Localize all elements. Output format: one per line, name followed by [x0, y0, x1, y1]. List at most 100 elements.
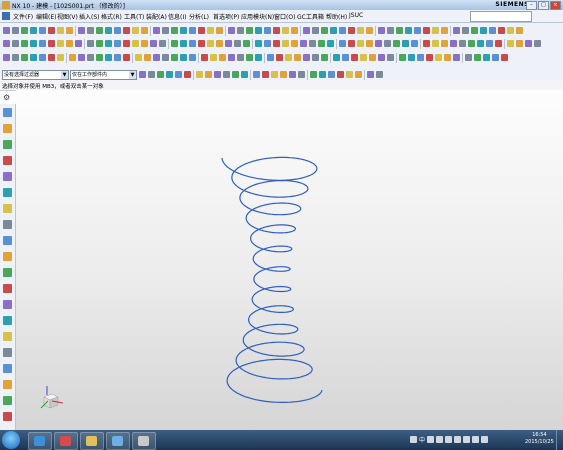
- toolbar-button[interactable]: [337, 71, 344, 78]
- toolbar-button[interactable]: [159, 40, 166, 47]
- nx-app-icon[interactable]: [2, 1, 10, 9]
- menu-analysis[interactable]: 分析(L): [189, 12, 209, 21]
- resource-bar-tab[interactable]: [3, 236, 12, 245]
- menu-help[interactable]: 帮助(H): [326, 12, 347, 21]
- resource-bar-tab[interactable]: [3, 124, 12, 133]
- toolbar-button[interactable]: [298, 71, 305, 78]
- toolbar-button[interactable]: [303, 54, 310, 61]
- toolbar-button[interactable]: [48, 40, 55, 47]
- tray-icon[interactable]: [436, 436, 444, 443]
- start-orb[interactable]: [2, 431, 20, 449]
- toolbar-button[interactable]: [534, 40, 541, 47]
- toolbar-button[interactable]: [441, 27, 448, 34]
- toolbar-button[interactable]: [171, 27, 178, 34]
- toolbar-button[interactable]: [367, 71, 374, 78]
- toolbar-button[interactable]: [384, 40, 391, 47]
- toolbar-button[interactable]: [282, 27, 289, 34]
- toolbar-button[interactable]: [123, 54, 130, 61]
- toolbar-button[interactable]: [39, 40, 46, 47]
- toolbar-button[interactable]: [237, 54, 244, 61]
- toolbar-button[interactable]: [114, 27, 121, 34]
- toolbar-button[interactable]: [255, 54, 262, 61]
- toolbar-button[interactable]: [423, 27, 430, 34]
- toolbar-button[interactable]: [253, 71, 260, 78]
- toolbar-button[interactable]: [12, 54, 19, 61]
- toolbar-button[interactable]: [180, 27, 187, 34]
- toolbar-button[interactable]: [141, 27, 148, 34]
- toolbar-button[interactable]: [105, 54, 112, 61]
- toolbar-button[interactable]: [243, 40, 250, 47]
- toolbar-button[interactable]: [96, 54, 103, 61]
- toolbar-button[interactable]: [477, 40, 484, 47]
- toolbar-button[interactable]: [148, 71, 155, 78]
- toolbar-button[interactable]: [228, 54, 235, 61]
- toolbar-button[interactable]: [474, 54, 481, 61]
- menu-format[interactable]: 格式(R): [101, 12, 122, 21]
- toolbar-button[interactable]: [87, 27, 94, 34]
- toolbar-button[interactable]: [366, 40, 373, 47]
- toolbar-button[interactable]: [501, 54, 508, 61]
- toolbar-button[interactable]: [198, 40, 205, 47]
- tray-icon[interactable]: [445, 436, 453, 443]
- toolbar-button[interactable]: [114, 54, 121, 61]
- toolbar-button[interactable]: [255, 40, 262, 47]
- menu-insert[interactable]: 插入(S): [79, 12, 100, 21]
- resource-bar-tab[interactable]: [3, 188, 12, 197]
- toolbar-button[interactable]: [360, 54, 367, 61]
- toolbar-button[interactable]: [139, 71, 146, 78]
- resource-bar-tab[interactable]: [3, 348, 12, 357]
- toolbar-button[interactable]: [376, 71, 383, 78]
- toolbar-button[interactable]: [87, 54, 94, 61]
- taskbar-app-1[interactable]: [28, 432, 52, 450]
- toolbar-button[interactable]: [516, 27, 523, 34]
- menu-preferences[interactable]: 首选项(P): [213, 12, 239, 21]
- taskbar-app-2[interactable]: [54, 432, 78, 450]
- toolbar-button[interactable]: [267, 54, 274, 61]
- menu-assembly[interactable]: 装配(A): [146, 12, 167, 21]
- resource-bar-tab[interactable]: [3, 332, 12, 341]
- toolbar-button[interactable]: [198, 27, 205, 34]
- toolbar-button[interactable]: [189, 54, 196, 61]
- toolbar-button[interactable]: [189, 27, 196, 34]
- toolbar-button[interactable]: [453, 27, 460, 34]
- toolbar-button[interactable]: [492, 54, 499, 61]
- toolbar-button[interactable]: [468, 40, 475, 47]
- resource-bar-tab[interactable]: [3, 156, 12, 165]
- toolbar-button[interactable]: [303, 27, 310, 34]
- toolbar-button[interactable]: [39, 27, 46, 34]
- toolbar-button[interactable]: [462, 27, 469, 34]
- toolbar-button[interactable]: [162, 54, 169, 61]
- taskbar-clock[interactable]: 16:54 2015/10/25: [525, 432, 554, 446]
- toolbar-button[interactable]: [328, 71, 335, 78]
- toolbar-button[interactable]: [417, 54, 424, 61]
- toolbar-button[interactable]: [441, 40, 448, 47]
- taskbar-app-5[interactable]: [132, 432, 156, 450]
- toolbar-button[interactable]: [166, 71, 173, 78]
- toolbar-button[interactable]: [3, 54, 10, 61]
- toolbar-button[interactable]: [525, 40, 532, 47]
- toolbar-button[interactable]: [132, 40, 139, 47]
- ime-indicator[interactable]: 中: [419, 435, 425, 444]
- toolbar-button[interactable]: [262, 71, 269, 78]
- toolbar-button[interactable]: [123, 27, 130, 34]
- toolbar-button[interactable]: [480, 27, 487, 34]
- toolbar-button[interactable]: [450, 40, 457, 47]
- toolbar-button[interactable]: [210, 54, 217, 61]
- toolbar-button[interactable]: [369, 54, 376, 61]
- resource-bar-tab[interactable]: [3, 140, 12, 149]
- menu-window[interactable]: 窗口(O): [274, 12, 295, 21]
- toolbar-button[interactable]: [132, 27, 139, 34]
- toolbar-button[interactable]: [162, 27, 169, 34]
- toolbar-button[interactable]: [291, 40, 298, 47]
- toolbar-button[interactable]: [507, 27, 514, 34]
- menu-file[interactable]: 文件(F): [13, 12, 33, 21]
- toolbar-button[interactable]: [444, 54, 451, 61]
- toolbar-button[interactable]: [495, 40, 502, 47]
- toolbar-button[interactable]: [312, 27, 319, 34]
- toolbar-button[interactable]: [465, 54, 472, 61]
- toolbar-button[interactable]: [346, 71, 353, 78]
- toolbar-button[interactable]: [57, 54, 64, 61]
- tray-icon[interactable]: [463, 436, 471, 443]
- toolbar-button[interactable]: [237, 27, 244, 34]
- toolbar-button[interactable]: [309, 40, 316, 47]
